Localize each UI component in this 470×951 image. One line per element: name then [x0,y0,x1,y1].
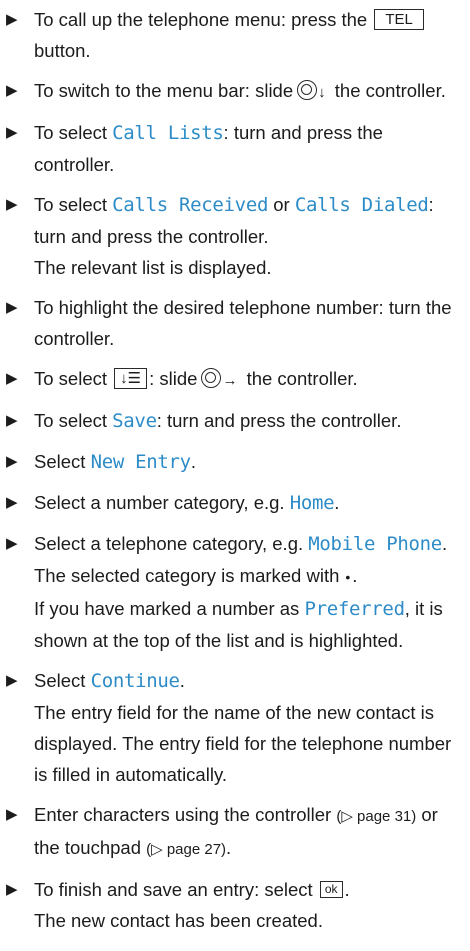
step-note: The entry field for the name of the new … [34,702,452,785]
menu-item-new-entry: New Entry [90,451,192,473]
menu-item-mobile-phone: Mobile Phone [308,533,442,555]
bullet-icon [6,665,28,696]
menu-item-preferred: Preferred [304,598,405,620]
step-select-list-button: To select ↓☰: slide → the controller. [6,363,466,396]
bullet-icon [6,799,28,830]
note-text: . [352,565,358,586]
bullet-icon [6,487,28,518]
step-switch-menu-bar: To switch to the menu bar: slide ↓ the co… [6,75,466,108]
tel-button-icon: TEL [374,9,424,30]
bullet-icon [6,874,28,905]
step-text: : turn and press the controller. [156,410,402,431]
bullet-icon [6,405,28,436]
menu-item-save: Save [112,410,157,432]
step-text: To switch to the menu bar: slide [34,80,294,101]
instruction-page: To call up the telephone menu: press the… [0,0,470,951]
bullet-icon [6,189,28,220]
arrow-down-icon: ↓ [318,84,326,101]
step-text: Enter characters using the controller [34,804,332,825]
step-text: Select [34,670,86,691]
step-text: To select [34,368,108,389]
menu-item-calls-received: Calls Received [112,194,269,216]
note-text: The selected category is marked with [34,565,340,586]
menu-item-continue: Continue [90,670,180,692]
step-text: To highlight the desired telephone numbe… [34,297,452,349]
step-text: button. [34,40,91,61]
selected-dot-icon: • [345,569,351,585]
page-reference-31: (▷ page 31) [336,808,417,825]
menu-item-calls-dialed: Calls Dialed [294,194,429,216]
step-text: To call up the telephone menu: press the [34,9,368,30]
bullet-icon [6,117,28,148]
step-select-call-lists: To select Call Lists: turn and press the… [6,117,466,180]
step-text: To select [34,410,108,431]
ok-button-icon: ok [319,881,343,898]
step-text: or [273,194,290,215]
note-text: If you have marked a number as [34,598,300,619]
bullet-icon [6,363,28,394]
arrow-right-icon: → [222,372,238,389]
step-text: . [190,451,196,472]
step-text: . [179,670,185,691]
bullet-icon [6,75,28,106]
step-text: Select a number category, e.g. [34,492,285,513]
bullet-icon [6,292,28,323]
step-text: . [226,837,232,858]
bullet-icon [6,446,28,477]
step-note: The new contact has been created. [34,910,323,931]
step-enter-characters: Enter characters using the controller (▷… [6,799,466,865]
bullet-icon [6,4,28,35]
step-select-number-category: Select a number category, e.g. Home. [6,487,466,519]
step-text: : slide [149,368,198,389]
step-select-continue: Select Continue. The entry field for the… [6,665,466,790]
bullet-icon [6,528,28,559]
step-select-save: To select Save: turn and press the contr… [6,405,466,437]
step-select-calls-received-dialed: To select Calls Received or Calls Dialed… [6,189,466,283]
step-text: To finish and save an entry: select [34,879,313,900]
step-text: . [334,492,340,513]
step-note: If you have marked a number as Preferred… [34,593,466,656]
step-call-up-telephone-menu: To call up the telephone menu: press the… [6,4,466,66]
controller-knob-icon [201,368,222,388]
step-text: Select a telephone category, e.g. [34,533,304,554]
list-menu-button-icon: ↓☰ [114,368,148,389]
menu-item-call-lists: Call Lists [112,122,224,144]
step-finish-save-entry: To finish and save an entry: select ok. … [6,874,466,936]
step-note: The selected category is marked with •. [34,560,466,593]
step-text: . [344,879,350,900]
page-reference-27: (▷ page 27) [146,841,227,858]
menu-item-home: Home [289,492,335,514]
step-text: Select [34,451,86,472]
controller-knob-icon [297,80,318,100]
step-text: To select [34,194,108,215]
step-text: the controller. [246,368,358,389]
step-select-telephone-category: Select a telephone category, e.g. Mobile… [6,528,466,656]
step-text: . [441,533,448,554]
step-highlight-number: To highlight the desired telephone numbe… [6,292,466,354]
step-text: the controller. [334,80,446,101]
step-note: The relevant list is displayed. [34,257,272,278]
step-select-new-entry: Select New Entry. [6,446,466,478]
step-text: To select [34,122,108,143]
